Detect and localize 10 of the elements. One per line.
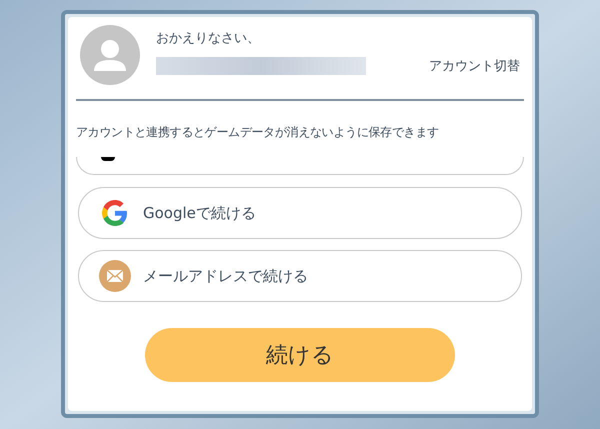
notice-text: アカウントと連携するとゲームデータが消えないように保存できます bbox=[76, 124, 440, 141]
sign-in-option-button[interactable]: メールアドレスで続ける bbox=[78, 250, 522, 302]
sign-in-option-button[interactable]: Googleで続ける bbox=[78, 187, 522, 239]
partial-option-button[interactable] bbox=[76, 157, 524, 175]
continue-button[interactable]: 続ける bbox=[145, 328, 455, 382]
avatar-silhouette-icon bbox=[80, 25, 140, 85]
account-switch-link[interactable]: アカウント切替 bbox=[429, 56, 520, 76]
greeting-text: おかえりなさい、 bbox=[156, 30, 261, 48]
envelope-icon bbox=[99, 260, 131, 292]
google-logo-icon bbox=[102, 200, 128, 226]
